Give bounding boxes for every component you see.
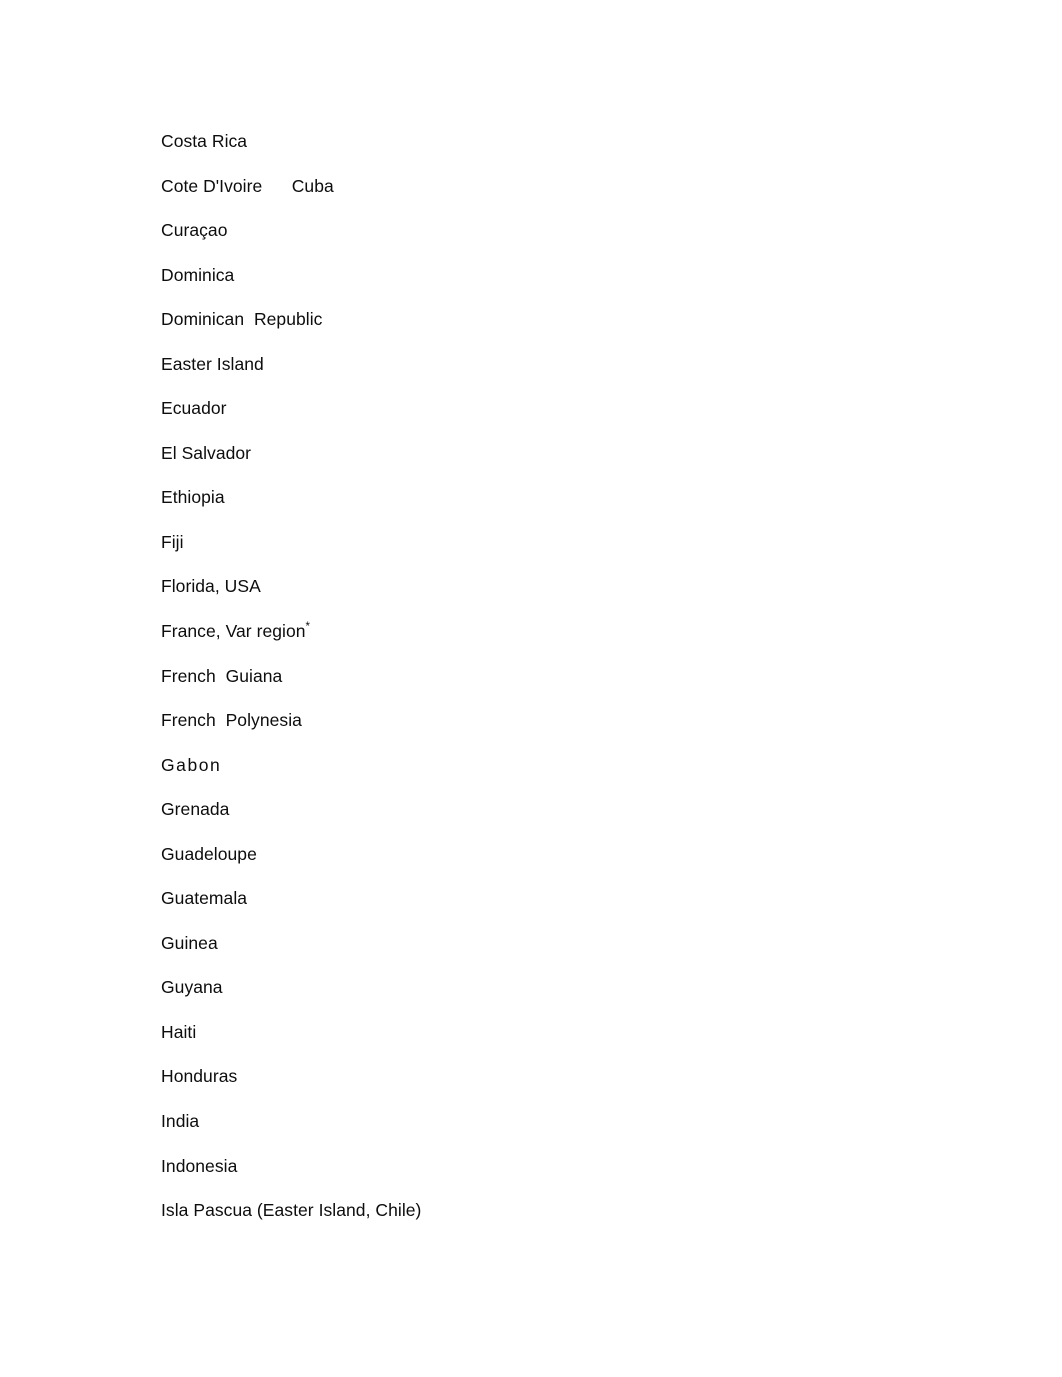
list-item-label: Easter Island <box>161 353 264 374</box>
list-item-label: Guyana <box>161 977 223 998</box>
list-item: Gabon <box>161 743 921 788</box>
list-item-label: French Polynesia <box>161 710 302 731</box>
list-item-label: Florida, USA <box>161 576 261 597</box>
list-item: Guinea <box>161 921 921 966</box>
list-item-label: Isla Pascua (Easter Island, Chile) <box>161 1200 422 1221</box>
list-item-label: Indonesia <box>161 1155 238 1176</box>
footnote-marker: * <box>305 621 311 634</box>
list-item: India <box>161 1099 921 1144</box>
country-list: Costa Rica Cote D'Ivoire Cuba Curaçao Domin… <box>161 119 921 1233</box>
list-item-label: El Salvador <box>161 442 252 463</box>
list-item: Guadeloupe <box>161 832 921 877</box>
list-item: Haiti <box>161 1010 921 1055</box>
list-item: Ecuador <box>161 386 921 431</box>
list-item: Indonesia <box>161 1144 921 1189</box>
list-item: Grenada <box>161 787 921 832</box>
list-item-label: Curaçao <box>161 220 228 241</box>
list-item-label: Gabon <box>161 754 222 775</box>
list-item-label: Honduras <box>161 1066 238 1087</box>
list-item: Cote D'Ivoire Cuba <box>161 164 921 209</box>
list-item-label: Dominica <box>161 264 235 285</box>
list-item: Honduras <box>161 1054 921 1099</box>
list-item: Fiji <box>161 520 921 565</box>
document-page: Costa Rica Cote D'Ivoire Cuba Curaçao Domin… <box>0 0 1062 1377</box>
list-item-label: Fiji <box>161 531 184 552</box>
list-item: Easter Island <box>161 342 921 387</box>
list-item-label: India <box>161 1111 200 1132</box>
list-item-label: Ethiopia <box>161 487 225 508</box>
list-item-label: Grenada <box>161 799 230 820</box>
list-item: Guatemala <box>161 876 921 921</box>
list-item-label: Cote D'Ivoire Cuba <box>161 175 334 196</box>
list-item: El Salvador <box>161 431 921 476</box>
list-item-label: Ecuador <box>161 398 227 419</box>
list-item: Florida, USA <box>161 564 921 609</box>
list-item-label: Guatemala <box>161 888 248 909</box>
list-item-label: France, Var region <box>161 621 306 642</box>
list-item: Dominica <box>161 253 921 298</box>
list-item: Ethiopia <box>161 475 921 520</box>
list-item: France, Var region* <box>161 609 921 654</box>
list-item-label: French Guiana <box>161 665 283 686</box>
list-item: Guyana <box>161 965 921 1010</box>
list-item: Isla Pascua (Easter Island, Chile) <box>161 1188 921 1233</box>
list-item: French Guiana <box>161 654 921 699</box>
list-item-label: Costa Rica <box>161 131 248 151</box>
list-item: French Polynesia <box>161 698 921 743</box>
list-item: Costa Rica <box>161 119 921 164</box>
list-item: Curaçao <box>161 208 921 253</box>
list-item-label: Dominican Republic <box>161 309 323 330</box>
list-item: Dominican Republic <box>161 297 921 342</box>
list-item-label: Guinea <box>161 932 218 953</box>
list-item-label: Guadeloupe <box>161 843 257 864</box>
list-item-label: Haiti <box>161 1021 197 1042</box>
